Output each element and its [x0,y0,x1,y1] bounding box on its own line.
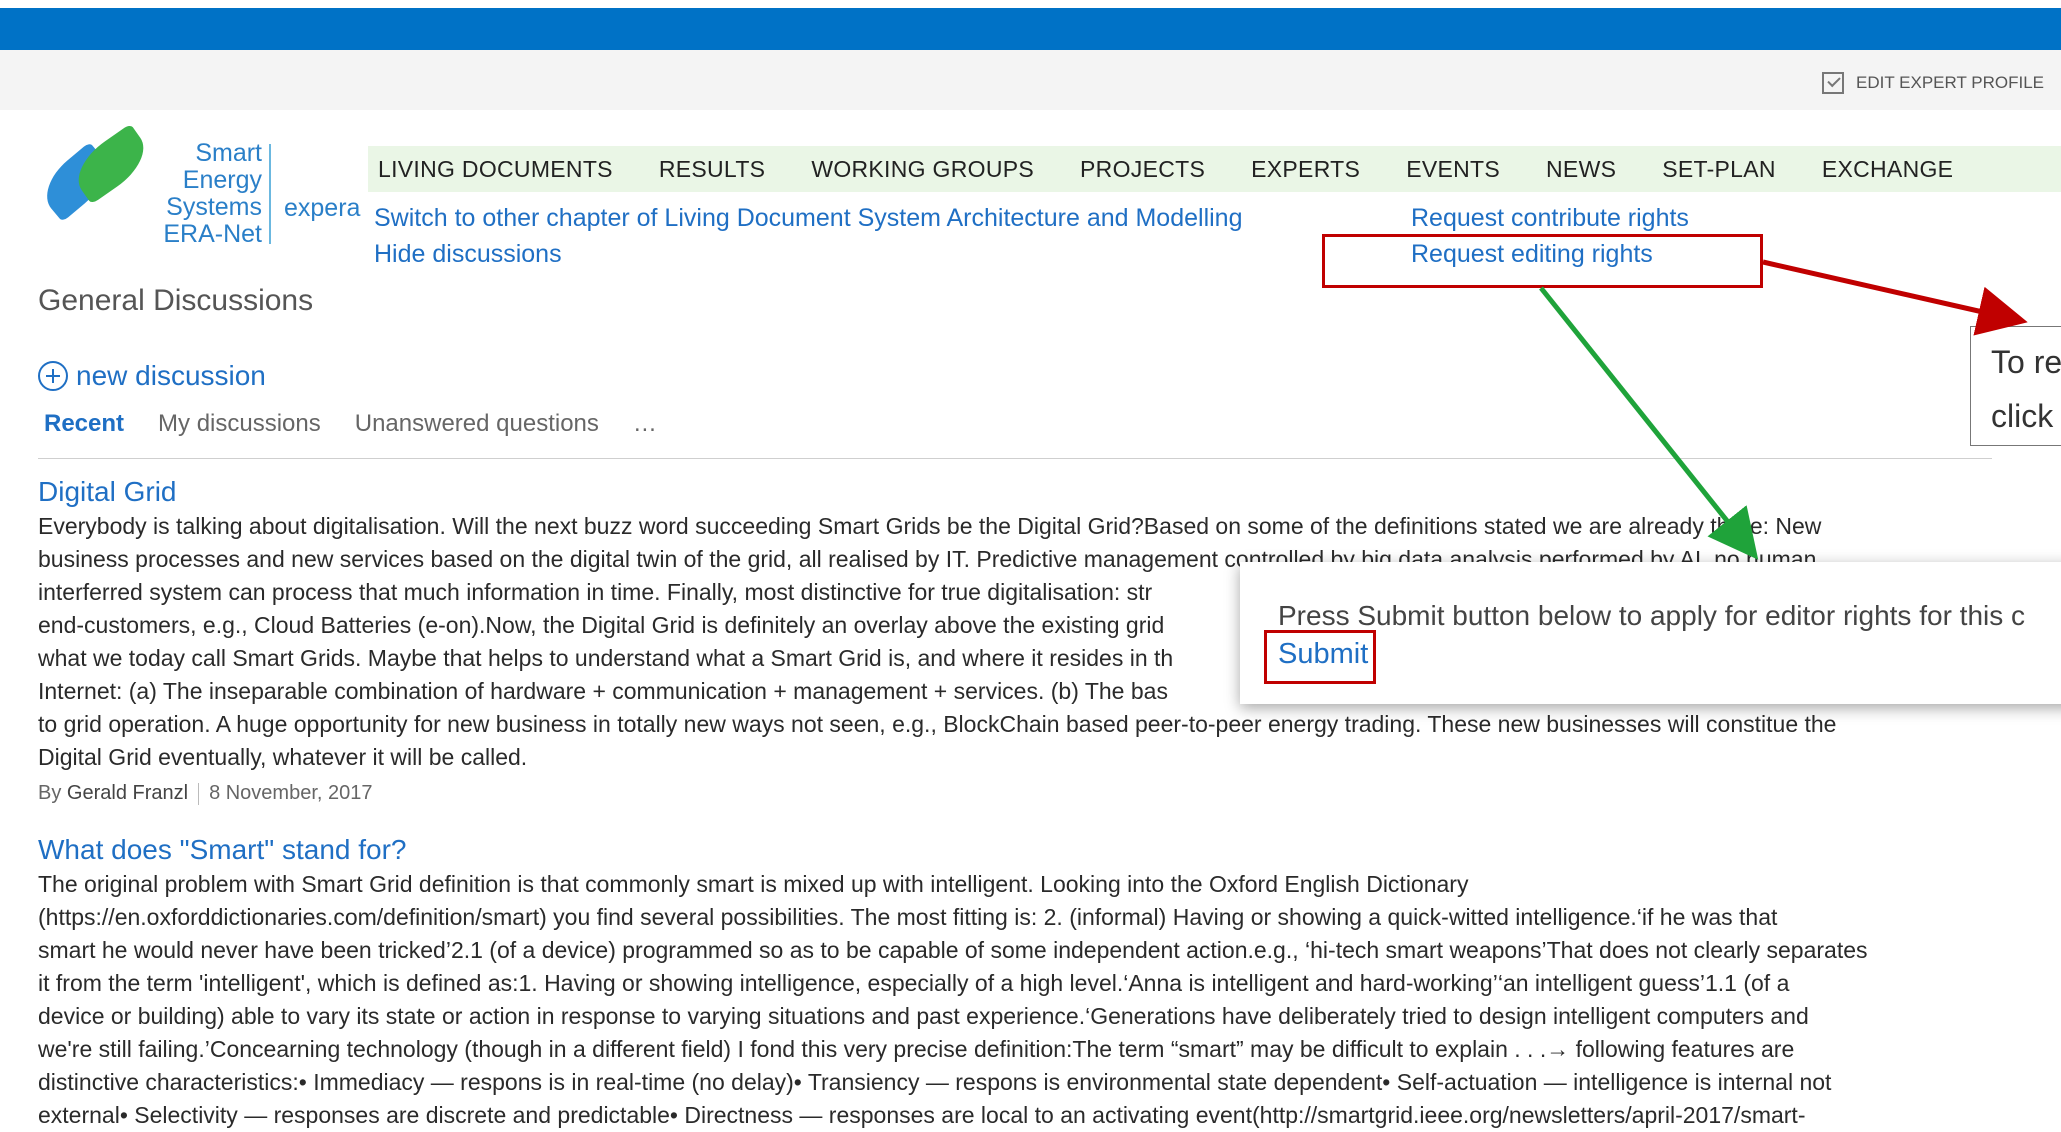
post-title-link[interactable]: What does "Smart" stand for? [38,834,406,866]
callout-line: click [1991,398,2054,434]
post-byline: By Gerald Franzl 8 November, 2017 [38,782,373,805]
logo-line: ERA-Net [163,220,262,248]
post-body-line: external• Selectivity — responses are di… [38,1102,1806,1128]
post-body-line: it from the term 'intelligent', which is… [38,970,1790,996]
nav-item-set-plan[interactable]: SET-PLAN [1662,156,1776,183]
nav-item-events[interactable]: EVENTS [1406,156,1500,183]
post-body: The original problem with Smart Grid def… [38,868,1868,1132]
red-annotation-arrow [1762,259,2028,336]
nav-item-living-documents[interactable]: LIVING DOCUMENTS [378,156,613,183]
add-circle-icon [38,361,68,391]
tab-more-ellipsis[interactable]: … [633,410,657,438]
logo-suffix: expera [284,194,361,222]
discussion-tabs: Recent My discussions Unanswered questio… [44,410,657,438]
post-body-line: smart he would never have been tricked’2… [38,937,1868,963]
by-label: By [38,782,62,804]
suite-top-bar [0,8,2061,50]
nav-item-results[interactable]: RESULTS [659,156,765,183]
annotation-highlight-box [1264,630,1376,684]
logo-wordmark: Smart Energy Systems ERA-Net [138,140,262,248]
new-discussion-button[interactable]: new discussion [38,360,266,392]
post-body-line: Everybody is talking about digitalisatio… [38,513,1822,539]
nav-item-projects[interactable]: PROJECTS [1080,156,1205,183]
suite-sub-bar [0,50,2061,110]
annotation-callout: To re click [1970,326,2061,446]
nav-item-working-groups[interactable]: WORKING GROUPS [811,156,1034,183]
logo-line: Systems [166,193,262,221]
post-body-line: device or building) able to vary its sta… [38,1003,1809,1029]
edit-profile-label: EDIT EXPERT PROFILE [1856,73,2045,92]
post-body-line: distinctive characteristics:• Immediacy … [38,1069,1832,1095]
nav-item-experts[interactable]: EXPERTS [1251,156,1360,183]
byline-divider [198,782,200,805]
tabs-divider [38,458,1992,459]
post-date: 8 November, 2017 [209,782,373,804]
tab-recent[interactable]: Recent [44,410,124,438]
logo-divider [269,144,271,244]
nav-item-news[interactable]: NEWS [1546,156,1616,183]
annotation-highlight-box [1322,234,1763,288]
site-logo[interactable]: Smart Energy Systems ERA-Net expera [26,123,360,250]
submit-rights-dialog: Press Submit button below to apply for e… [1240,562,2061,704]
hide-discussions-link[interactable]: Hide discussions [374,240,562,269]
edit-expert-profile-link[interactable]: EDIT EXPERT PROFILE [1822,72,2044,94]
post-title-link[interactable]: Digital Grid [38,476,176,508]
post-body-line: (https://en.oxforddictionaries.com/defin… [38,904,1778,930]
callout-line: To re [1991,344,2061,380]
top-navigation: LIVING DOCUMENTS RESULTS WORKING GROUPS … [368,146,2061,192]
switch-chapter-link[interactable]: Switch to other chapter of Living Docume… [374,204,1243,233]
post-body-line: Digital Grid eventually, whatever it wil… [38,744,528,770]
page-title: General Discussions [38,284,314,317]
tab-unanswered-questions[interactable]: Unanswered questions [355,410,599,438]
logo-line: Smart [195,139,262,167]
edit-checkbox-icon [1822,72,1844,94]
post-body-line: The original problem with Smart Grid def… [38,871,1469,897]
post-author-link[interactable]: Gerald Franzl [67,782,188,804]
dialog-message: Press Submit button below to apply for e… [1278,600,2026,631]
post-body-line: to grid operation. A huge opportunity fo… [38,711,1837,737]
nav-item-exchange[interactable]: EXCHANGE [1822,156,1953,183]
logo-line: Energy [182,166,262,194]
post-body-line: we're still failing.’Concearning technol… [38,1036,1795,1062]
tab-my-discussions[interactable]: My discussions [158,410,321,438]
new-discussion-label: new discussion [76,360,266,391]
request-contribute-rights-link[interactable]: Request contribute rights [1411,204,1689,233]
